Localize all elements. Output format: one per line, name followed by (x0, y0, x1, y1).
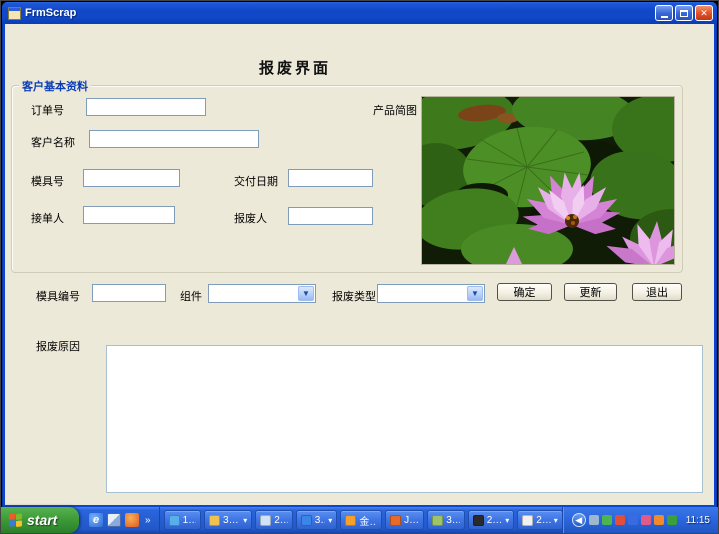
tray-icon-2[interactable] (602, 515, 612, 525)
start-label: start (27, 512, 57, 528)
tray-icon-5[interactable] (641, 515, 651, 525)
page-title: 报废界面 (145, 57, 445, 78)
app-window-icon (169, 515, 180, 526)
scrap-person-input[interactable] (288, 207, 373, 225)
taskbar-app-button[interactable]: 金... (340, 510, 382, 530)
hide-tray-icons-chevron[interactable]: ◀ (572, 513, 586, 527)
delivery-date-label: 交付日期 (234, 173, 278, 189)
desktop-screen: FrmScrap ✕ 报废界面 客户基本资料 订单号 产品简图 客户名称 模具号… (0, 0, 719, 534)
mold-no-label: 模具号 (31, 173, 64, 189)
close-icon: ✕ (700, 9, 708, 18)
frmscrap-window: FrmScrap ✕ 报废界面 客户基本资料 订单号 产品简图 客户名称 模具号… (2, 2, 717, 508)
tray-icon-3[interactable] (615, 515, 625, 525)
system-tray: ◀ 11:15 (563, 507, 719, 533)
ok-button[interactable]: 确定 (497, 283, 552, 301)
order-no-input[interactable] (86, 98, 206, 116)
taskbar-app-button[interactable]: 2 Q ▾ (468, 510, 515, 530)
taskbar-app-button[interactable]: 3 W ▾ (204, 510, 252, 530)
form-client-area: 报废界面 客户基本资料 订单号 产品简图 客户名称 模具号 交付日期 接单人 报… (5, 24, 714, 505)
chevron-down-icon[interactable]: ▼ (467, 286, 483, 301)
internet-explorer-icon[interactable]: e (89, 513, 103, 527)
image-viewer-icon (432, 515, 443, 526)
windows-flag-icon (9, 512, 23, 527)
document-icon (260, 515, 271, 526)
media-player-icon[interactable] (125, 513, 139, 527)
window-titlebar[interactable]: FrmScrap ✕ (2, 2, 717, 24)
quick-launch-overflow-chevron[interactable]: » (143, 515, 153, 526)
media-player-icon (390, 515, 401, 526)
customer-name-label: 客户名称 (31, 134, 75, 150)
delivery-date-input[interactable] (288, 169, 373, 187)
window-title: FrmScrap (25, 7, 653, 19)
taskbar-app-button[interactable]: 3 I ▾ (296, 510, 338, 530)
app-white-icon (522, 515, 533, 526)
scrap-reason-label: 报废原因 (36, 338, 80, 354)
scrap-person-label: 报废人 (234, 210, 267, 226)
minimize-icon (661, 16, 668, 18)
scrap-type-label: 报废类型 (332, 288, 376, 304)
product-image-label: 产品简图 (373, 102, 417, 118)
taskbar-app-button[interactable]: Ji... (385, 510, 424, 530)
mold-no-input[interactable] (83, 169, 180, 187)
groupbox-title: 客户基本资料 (19, 78, 91, 94)
mold-code-label: 模具编号 (36, 288, 80, 304)
product-image (421, 96, 675, 265)
update-button[interactable]: 更新 (564, 283, 617, 301)
tray-icons (589, 515, 677, 525)
show-desktop-icon[interactable] (107, 513, 121, 527)
taskbar-buttons: 1... 3 W ▾ 2... 3 I ▾ 金... Ji... 3... 2 … (160, 510, 563, 530)
quick-launch: e » (79, 507, 160, 533)
taskbar-app-button[interactable]: 3... (427, 510, 464, 530)
order-taker-input[interactable] (83, 206, 175, 224)
form-icon (8, 7, 21, 20)
folder-icon (209, 515, 220, 526)
tray-icon-7[interactable] (667, 515, 677, 525)
internet-explorer-icon (301, 515, 312, 526)
taskbar-app-button[interactable]: 2 V ▾ (517, 510, 562, 530)
component-label: 组件 (180, 288, 202, 304)
order-taker-label: 接单人 (31, 210, 64, 226)
minimize-button[interactable] (655, 5, 673, 21)
mold-code-input[interactable] (92, 284, 166, 302)
maximize-button[interactable] (675, 5, 693, 21)
close-button[interactable]: ✕ (695, 5, 713, 21)
start-button[interactable]: start (1, 507, 79, 533)
qq-icon (473, 515, 484, 526)
taskbar-clock: 11:15 (680, 515, 714, 526)
tray-icon-6[interactable] (654, 515, 664, 525)
taskbar-app-button[interactable]: 2... (255, 510, 292, 530)
scrap-reason-textarea[interactable] (106, 345, 703, 493)
tray-icon-4[interactable] (628, 515, 638, 525)
taskbar: start e » 1... 3 W ▾ 2... 3 I ▾ 金... Ji.… (1, 507, 719, 533)
taskbar-app-button[interactable]: 1... (164, 510, 201, 530)
order-no-label: 订单号 (31, 102, 64, 118)
maximize-icon (680, 10, 688, 17)
exit-button[interactable]: 退出 (632, 283, 682, 301)
component-combobox[interactable]: ▼ (208, 284, 316, 303)
tray-icon-1[interactable] (589, 515, 599, 525)
chevron-down-icon[interactable]: ▼ (298, 286, 314, 301)
scrap-type-combobox[interactable]: ▼ (377, 284, 485, 303)
customer-name-input[interactable] (89, 130, 259, 148)
app-orange-icon (345, 515, 356, 526)
